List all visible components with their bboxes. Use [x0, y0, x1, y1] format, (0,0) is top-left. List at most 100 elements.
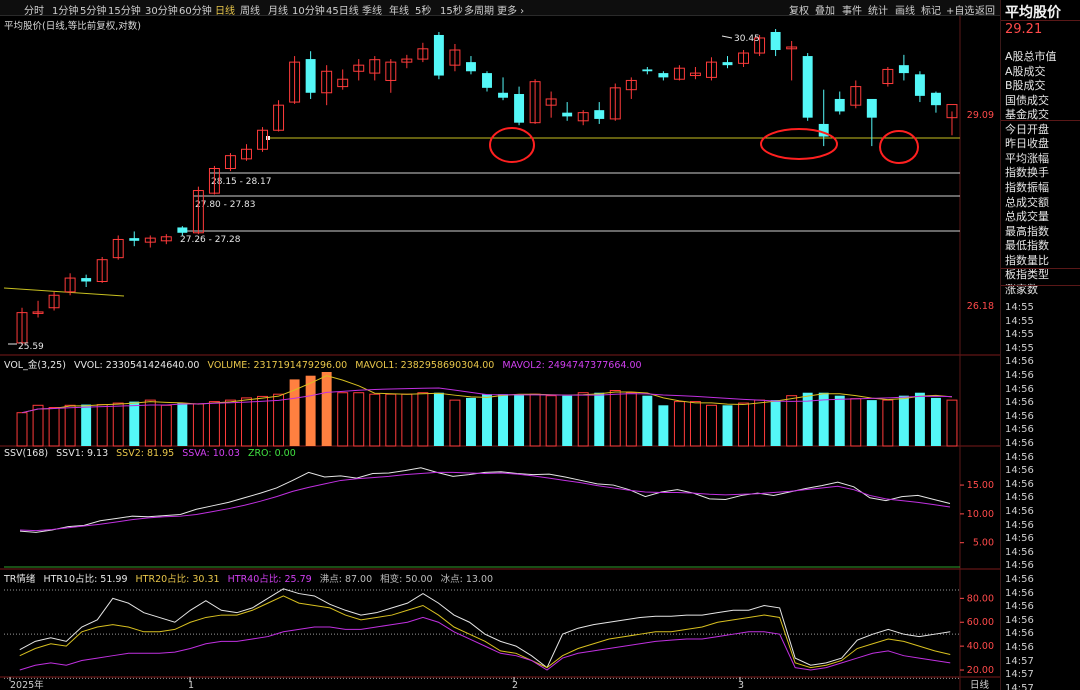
- date-axis-label: 2025年: [10, 679, 44, 690]
- volume-bar: [689, 401, 701, 447]
- panel-separator: [1001, 20, 1080, 21]
- volume-bar: [482, 394, 492, 446]
- trend-line: [3, 287, 125, 297]
- ssv-axis-label: 5.00: [973, 538, 994, 549]
- volume-bar: [625, 392, 637, 447]
- candle-body-down: [482, 73, 492, 88]
- vvol-value: VVOL: 2330541424640.00: [73, 360, 200, 371]
- zro-value: ZRO: 0.00: [247, 448, 296, 459]
- support-line-anchor: [266, 136, 270, 140]
- volume-indicator-name: VOL_金(3,25): [4, 360, 66, 371]
- htr10-line: [19, 588, 951, 669]
- volume-pane-title: VOL_金(3,25) VVOL: 2330541424640.00 VOLUM…: [4, 357, 647, 371]
- panel-price: 29.21: [1005, 22, 1043, 37]
- volume-bar: [722, 405, 733, 446]
- volume-bar: [385, 393, 397, 447]
- candle-body-down: [514, 94, 525, 123]
- volume-bar: [32, 404, 44, 447]
- tick-time: 14:55: [1005, 329, 1034, 341]
- tick-time: 14:56: [1005, 574, 1034, 585]
- volume-value: VOLUME: 2317191479296.00: [207, 360, 348, 371]
- candle-body-down: [562, 112, 573, 117]
- candle-body-down: [802, 56, 813, 118]
- date-axis-label: 2: [512, 680, 518, 690]
- tick-time: 14:57: [1005, 669, 1034, 681]
- ssv-axis-label: 15.00: [967, 480, 994, 491]
- ssv1-value: SSV1: 9.13: [56, 448, 109, 459]
- tick-time: 14:56: [1005, 628, 1034, 640]
- mavol2-value: MAVOL2: 2494747377664.00: [502, 360, 642, 371]
- htr20-value: HTR20占比: 30.31: [135, 574, 220, 585]
- tick-time: 14:56: [1005, 533, 1034, 545]
- highlight-circle: [760, 128, 838, 160]
- tr-axis-label: 20.00: [967, 665, 994, 676]
- volume-bar: [658, 405, 669, 446]
- volume-bar: [850, 398, 862, 447]
- volume-bar: [289, 379, 300, 446]
- volume-bar: [562, 395, 573, 446]
- candle-body-down: [930, 92, 941, 106]
- volume-bar: [930, 397, 941, 446]
- tick-time: 14:56: [1005, 642, 1034, 653]
- boil-value: 沸点: 87.00: [319, 574, 373, 585]
- panel-separator: [1001, 268, 1080, 269]
- volume-bar: [177, 403, 188, 446]
- candle-body-down: [305, 59, 316, 93]
- volume-bar: [401, 393, 413, 447]
- panel-title: 平均股价: [1005, 5, 1061, 21]
- candle-body-down: [834, 98, 845, 112]
- candle-body-down: [129, 238, 140, 241]
- tick-time: 14:56: [1005, 519, 1034, 531]
- candle-body-down: [498, 92, 509, 98]
- volume-bar: [273, 393, 285, 447]
- tick-time: 14:55: [1005, 315, 1034, 327]
- tick-time: 14:56: [1005, 560, 1034, 572]
- volume-bar: [834, 395, 845, 446]
- tr-axis-label: 60.00: [967, 617, 994, 628]
- level-label: 27.26 - 27.28: [180, 235, 241, 245]
- candle-body-down: [898, 65, 909, 74]
- volume-bar: [449, 399, 461, 447]
- volume-bar: [914, 392, 925, 446]
- tick-time: 14:56: [1005, 397, 1034, 409]
- tick-time: 14:55: [1005, 302, 1034, 313]
- candle-body-down: [866, 98, 877, 118]
- volume-bar: [353, 392, 365, 447]
- candle-body-down: [722, 62, 733, 66]
- mavol1-value: MAVOL1: 2382958690304.00: [355, 360, 495, 371]
- tick-time: 14:56: [1005, 383, 1034, 395]
- volume-bar: [48, 407, 60, 447]
- tick-time: 14:57: [1005, 655, 1034, 667]
- volume-bar: [417, 392, 429, 447]
- volume-bar: [144, 399, 156, 447]
- volume-bar: [192, 403, 204, 447]
- volume-bar: [64, 404, 76, 447]
- phase-value: 相变: 50.00: [380, 574, 433, 585]
- price-axis-label: 29.09: [967, 110, 994, 121]
- candle-body-down: [177, 227, 188, 233]
- tr-indicator-name: TR情绪: [4, 574, 36, 585]
- volume-bar: [866, 400, 877, 446]
- candle-body-down: [433, 34, 444, 76]
- tick-time: 14:56: [1005, 506, 1034, 517]
- volume-bar: [321, 372, 332, 446]
- volume-bar: [594, 392, 605, 446]
- low-price-label: 25.59: [18, 342, 44, 352]
- ssv1-line: [19, 467, 951, 533]
- tr-axis-label: 40.00: [967, 641, 994, 652]
- volume-bar: [208, 401, 220, 447]
- volume-bar: [16, 412, 28, 447]
- volume-bar: [241, 397, 252, 447]
- date-axis-label: 3: [738, 680, 744, 690]
- candle-body-down: [594, 110, 605, 119]
- tick-time: 14:56: [1005, 410, 1034, 422]
- highlight-circle: [489, 127, 535, 163]
- htr10-value: HTR10占比: 51.99: [43, 574, 128, 585]
- kline-chart-area[interactable]: 29.09 26.18 28.15 - 28.17 27.80 - 27.83 27.2…: [0, 0, 1000, 690]
- htr20-line: [19, 595, 951, 669]
- tick-time: 14:55: [1005, 342, 1034, 354]
- volume-bar: [545, 395, 557, 447]
- tick-time: 14:56: [1005, 424, 1034, 436]
- candle-body-down: [914, 74, 925, 96]
- tick-time: 14:56: [1005, 601, 1034, 613]
